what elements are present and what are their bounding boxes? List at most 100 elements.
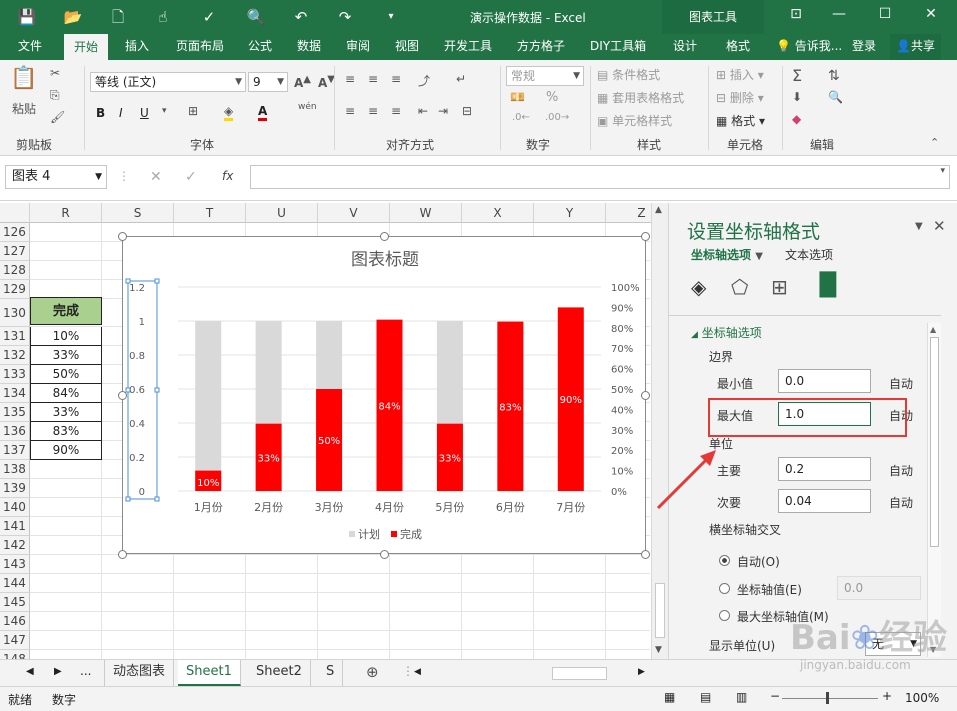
row-header[interactable]: 128 bbox=[0, 261, 30, 280]
column-header[interactable]: R bbox=[30, 203, 102, 223]
axis-selection-handle[interactable] bbox=[154, 278, 160, 284]
row-header[interactable]: 135 bbox=[0, 403, 30, 422]
enter-icon[interactable]: ✓ bbox=[185, 169, 197, 185]
axis-options-icon[interactable]: ▐▌ bbox=[811, 273, 845, 298]
major-auto[interactable]: 自动 bbox=[889, 462, 913, 479]
row-header[interactable]: 129 bbox=[0, 280, 30, 299]
print-preview-icon[interactable]: 🔍 bbox=[245, 7, 267, 27]
grow-font-icon[interactable]: A▲ bbox=[294, 74, 311, 90]
done-data-label[interactable]: 90% bbox=[560, 395, 582, 406]
sheet-tab-sheet2[interactable]: Sheet2 bbox=[248, 660, 311, 686]
shrink-font-icon[interactable]: A▼ bbox=[318, 74, 335, 90]
axis-selection-handle[interactable] bbox=[125, 278, 131, 284]
row-header[interactable]: 137 bbox=[0, 441, 30, 460]
paste-label[interactable]: 粘贴 bbox=[12, 100, 36, 117]
copy-icon[interactable]: ⎘ bbox=[50, 88, 60, 103]
axis-selection-handle[interactable] bbox=[125, 387, 131, 393]
sort-filter-icon[interactable]: ⇅ bbox=[828, 68, 840, 84]
row-header[interactable]: 130 bbox=[0, 299, 30, 327]
column-header[interactable]: W bbox=[390, 203, 462, 223]
done-data-label[interactable]: 33% bbox=[439, 453, 461, 464]
maximize-icon[interactable]: ☐ bbox=[873, 6, 897, 22]
table-row[interactable]: 33% bbox=[30, 346, 102, 365]
paste-icon[interactable]: 📋 bbox=[10, 66, 44, 94]
scroll-left-icon[interactable]: ◀ bbox=[414, 667, 421, 677]
vertical-scrollbar[interactable]: ▲ ▼ bbox=[651, 203, 668, 659]
zoom-level[interactable]: 100% bbox=[905, 691, 939, 705]
orientation-icon[interactable]: ⤴ bbox=[418, 72, 430, 89]
signin-link[interactable]: 登录 bbox=[852, 34, 876, 60]
insert-cells-button[interactable]: ⊞ 插入 ▾ bbox=[716, 66, 764, 83]
bold-icon[interactable]: B bbox=[96, 106, 105, 120]
row-header[interactable]: 146 bbox=[0, 612, 30, 631]
collapse-ribbon-icon[interactable]: ⌃ bbox=[930, 136, 939, 149]
minimum-input[interactable]: 0.0 bbox=[778, 369, 871, 393]
effects-icon[interactable]: ⬠ bbox=[731, 275, 748, 299]
insert-function-icon[interactable]: fx bbox=[222, 169, 233, 183]
column-header[interactable]: Y bbox=[534, 203, 606, 223]
conditional-format-button[interactable]: ▤ 条件格式 bbox=[597, 66, 660, 83]
redo-icon[interactable]: ↷ bbox=[334, 7, 356, 27]
pane-scrollbar[interactable]: ▲ ▼ bbox=[927, 323, 941, 657]
column-header[interactable]: T bbox=[174, 203, 246, 223]
tab-fangfang[interactable]: 方方格子 bbox=[517, 34, 565, 60]
tab-formulas[interactable]: 公式 bbox=[248, 34, 272, 60]
row-header[interactable]: 132 bbox=[0, 346, 30, 365]
table-row[interactable]: 10% bbox=[30, 327, 102, 346]
accounting-icon[interactable]: 💴 bbox=[510, 90, 525, 104]
name-box[interactable]: 图表 4 ▼ bbox=[5, 165, 107, 189]
add-sheet-icon[interactable]: ⊕ bbox=[366, 663, 379, 681]
resize-handle[interactable] bbox=[380, 232, 389, 241]
row-header[interactable]: 141 bbox=[0, 517, 30, 536]
customize-qat-icon[interactable]: ▾ bbox=[380, 7, 402, 27]
zoom-in-icon[interactable]: + bbox=[882, 689, 892, 703]
fill-color-icon[interactable]: ◈ bbox=[224, 104, 234, 121]
scroll-up-icon[interactable]: ▲ bbox=[655, 205, 662, 215]
format-painter-icon[interactable]: 🖌 bbox=[50, 110, 65, 124]
table-header-cell[interactable]: 完成 bbox=[30, 297, 102, 325]
prev-sheet-icon[interactable]: ◀ bbox=[26, 666, 34, 677]
number-format-combo[interactable]: 常规 ▼ bbox=[506, 66, 584, 86]
minor-input[interactable]: 0.04 bbox=[778, 489, 871, 513]
tell-me-box[interactable]: 💡 告诉我... bbox=[776, 34, 842, 60]
tab-data[interactable]: 数据 bbox=[297, 34, 321, 60]
fill-icon[interactable]: ⬇ bbox=[792, 90, 802, 104]
chart-object[interactable]: 图表标题 0 0.2 0.4 0.6 0.8 1 1.2 0% 10% 20% 30% 40% 50% 60… bbox=[118, 232, 650, 559]
zoom-slider[interactable] bbox=[782, 698, 878, 699]
row-header[interactable]: 136 bbox=[0, 422, 30, 441]
done-data-label[interactable]: 10% bbox=[197, 478, 219, 489]
horizontal-scroll-thumb[interactable] bbox=[552, 667, 607, 680]
radio-auto[interactable] bbox=[719, 555, 730, 566]
tab-format[interactable]: 格式 bbox=[726, 34, 750, 60]
resize-handle[interactable] bbox=[641, 232, 650, 241]
font-size-combo[interactable]: 9 ▼ bbox=[248, 72, 288, 92]
ribbon-display-icon[interactable]: ⊡ bbox=[784, 6, 808, 22]
table-row[interactable]: 33% bbox=[30, 403, 102, 422]
borders-icon[interactable]: ⊞ bbox=[188, 104, 198, 118]
close-pane-icon[interactable]: ✕ bbox=[933, 217, 946, 235]
row-header[interactable]: 134 bbox=[0, 384, 30, 403]
spelling-icon[interactable]: ✓ bbox=[198, 7, 220, 27]
page-layout-view-icon[interactable]: ▤ bbox=[700, 690, 711, 704]
align-left-icon[interactable]: ≡ bbox=[345, 104, 355, 118]
more-sheets[interactable]: ... bbox=[80, 664, 91, 678]
table-row[interactable]: 83% bbox=[30, 422, 102, 441]
text-options-tab[interactable]: 文本选项 bbox=[785, 246, 833, 263]
axis-options-tab[interactable]: 坐标轴选项 ▼ bbox=[691, 246, 763, 263]
page-break-view-icon[interactable]: ▥ bbox=[736, 690, 747, 704]
format-cells-button[interactable]: ▦ 格式 ▾ bbox=[716, 112, 765, 129]
resize-handle[interactable] bbox=[641, 391, 650, 400]
cell-styles-button[interactable]: ▣ 单元格样式 bbox=[597, 112, 672, 129]
zoom-out-icon[interactable]: − bbox=[770, 689, 780, 703]
align-center-icon[interactable]: ≡ bbox=[368, 104, 378, 118]
row-header[interactable]: 131 bbox=[0, 327, 30, 346]
align-right-icon[interactable]: ≡ bbox=[391, 104, 401, 118]
row-header[interactable]: 143 bbox=[0, 555, 30, 574]
tab-developer[interactable]: 开发工具 bbox=[444, 34, 492, 60]
open-icon[interactable]: 📂 bbox=[62, 7, 84, 27]
size-properties-icon[interactable]: ⊞ bbox=[771, 275, 788, 299]
align-bottom-icon[interactable]: ≡ bbox=[391, 72, 401, 86]
tab-design[interactable]: 设计 bbox=[673, 34, 697, 60]
expand-formula-icon[interactable]: ▾ bbox=[940, 166, 945, 176]
formula-input[interactable]: ▾ bbox=[250, 165, 950, 189]
